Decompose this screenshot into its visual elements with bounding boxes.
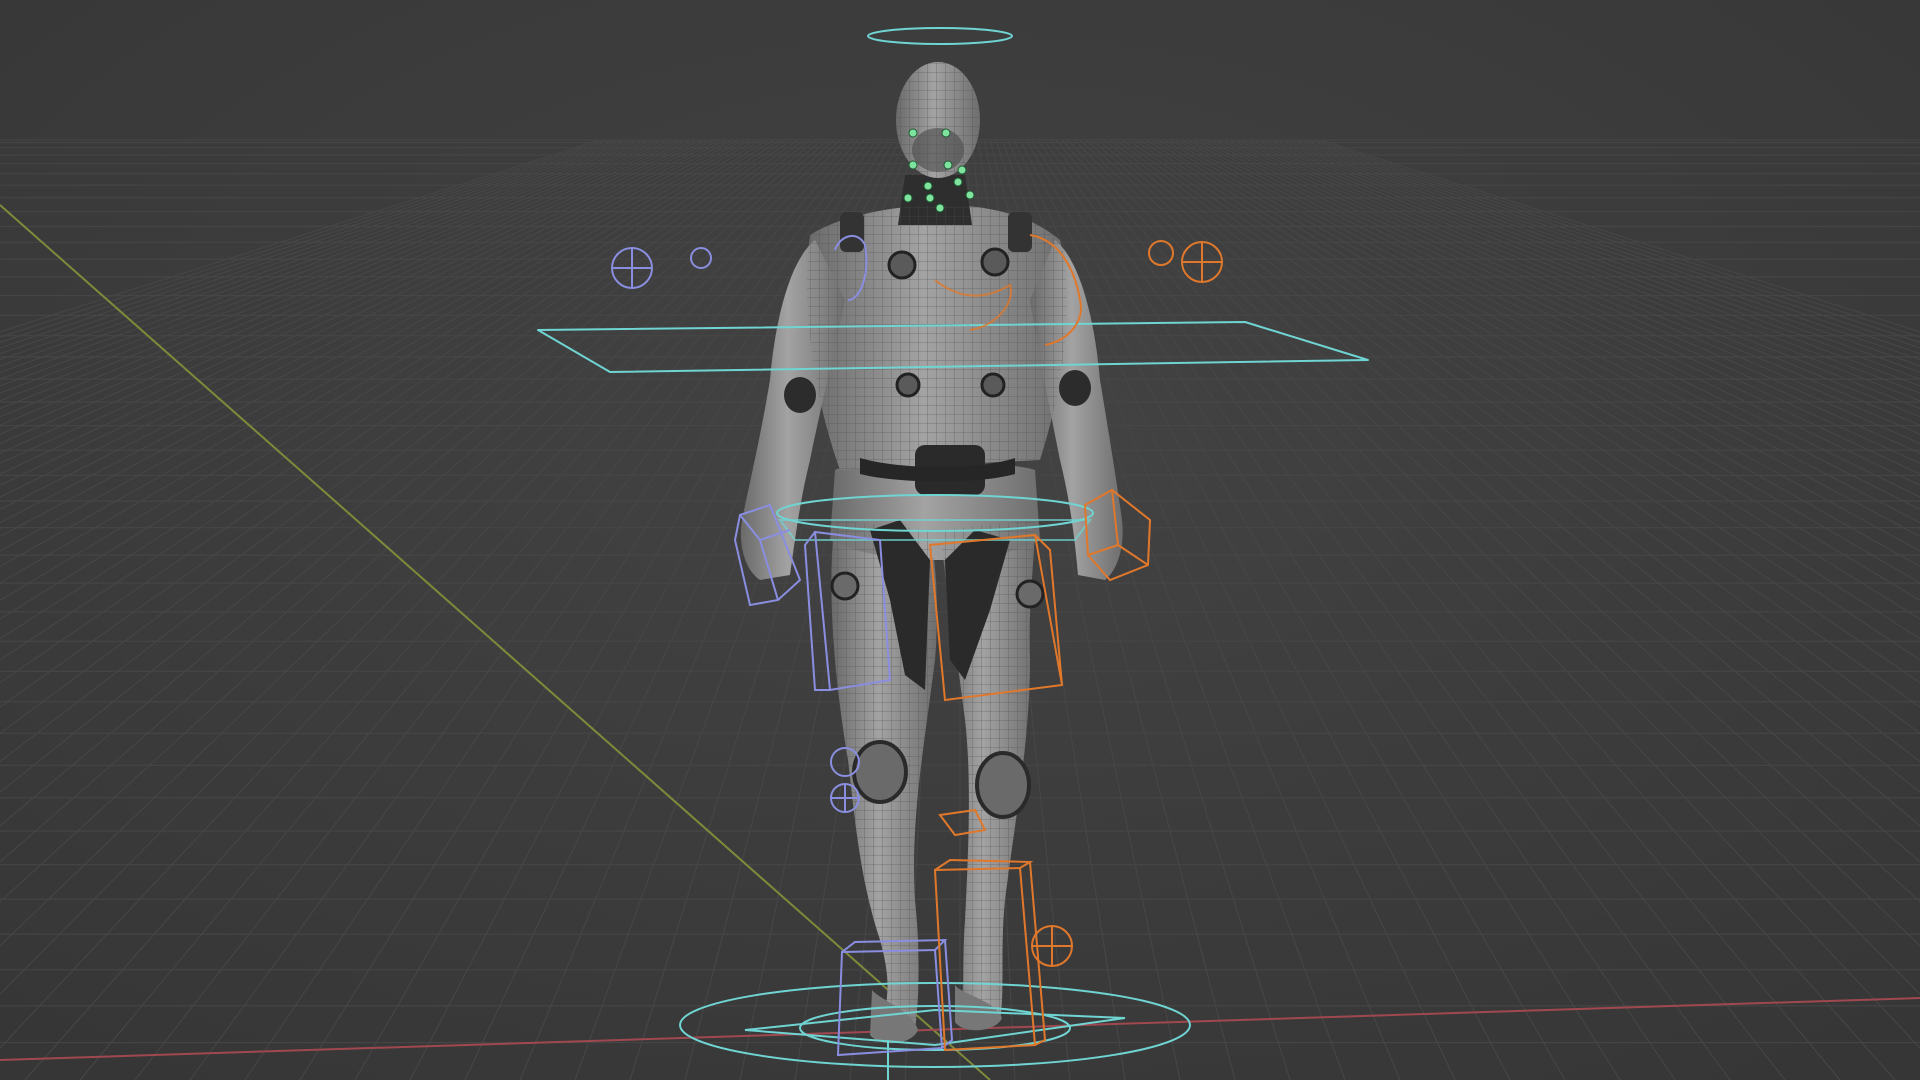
right-arm-pole-target[interactable] [1181,241,1223,283]
right-foot-pole-target[interactable] [1031,925,1073,967]
left-arm-pole-target[interactable] [611,247,653,289]
abdomen-plate-right [980,372,1006,398]
kneepad-right [975,751,1031,819]
face-control-point[interactable] [941,128,951,138]
face-control-point[interactable] [943,160,953,170]
elbow-right [1059,370,1091,406]
kneepad-left [852,740,908,804]
hip-plate-right [1015,579,1045,609]
face-control-point[interactable] [957,165,967,175]
face-control-point[interactable] [935,203,945,213]
face-control-point[interactable] [925,193,935,203]
shoulder-pad-right [1008,212,1032,252]
3d-viewport[interactable] [0,0,1920,1080]
viewport-canvas[interactable] [0,0,1920,1080]
hip-plate-left [830,571,860,601]
chest-plate-right [980,247,1010,277]
shoulder-pad-left [840,212,864,252]
face-control-point[interactable] [903,193,913,203]
chest-plate-left [887,250,917,280]
face-control-point[interactable] [908,128,918,138]
elbow-left [784,377,816,413]
face-control-point[interactable] [908,160,918,170]
face-control-point[interactable] [923,181,933,191]
face-control-point[interactable] [953,177,963,187]
face-control-point[interactable] [965,190,975,200]
abdomen-plate-left [895,372,921,398]
